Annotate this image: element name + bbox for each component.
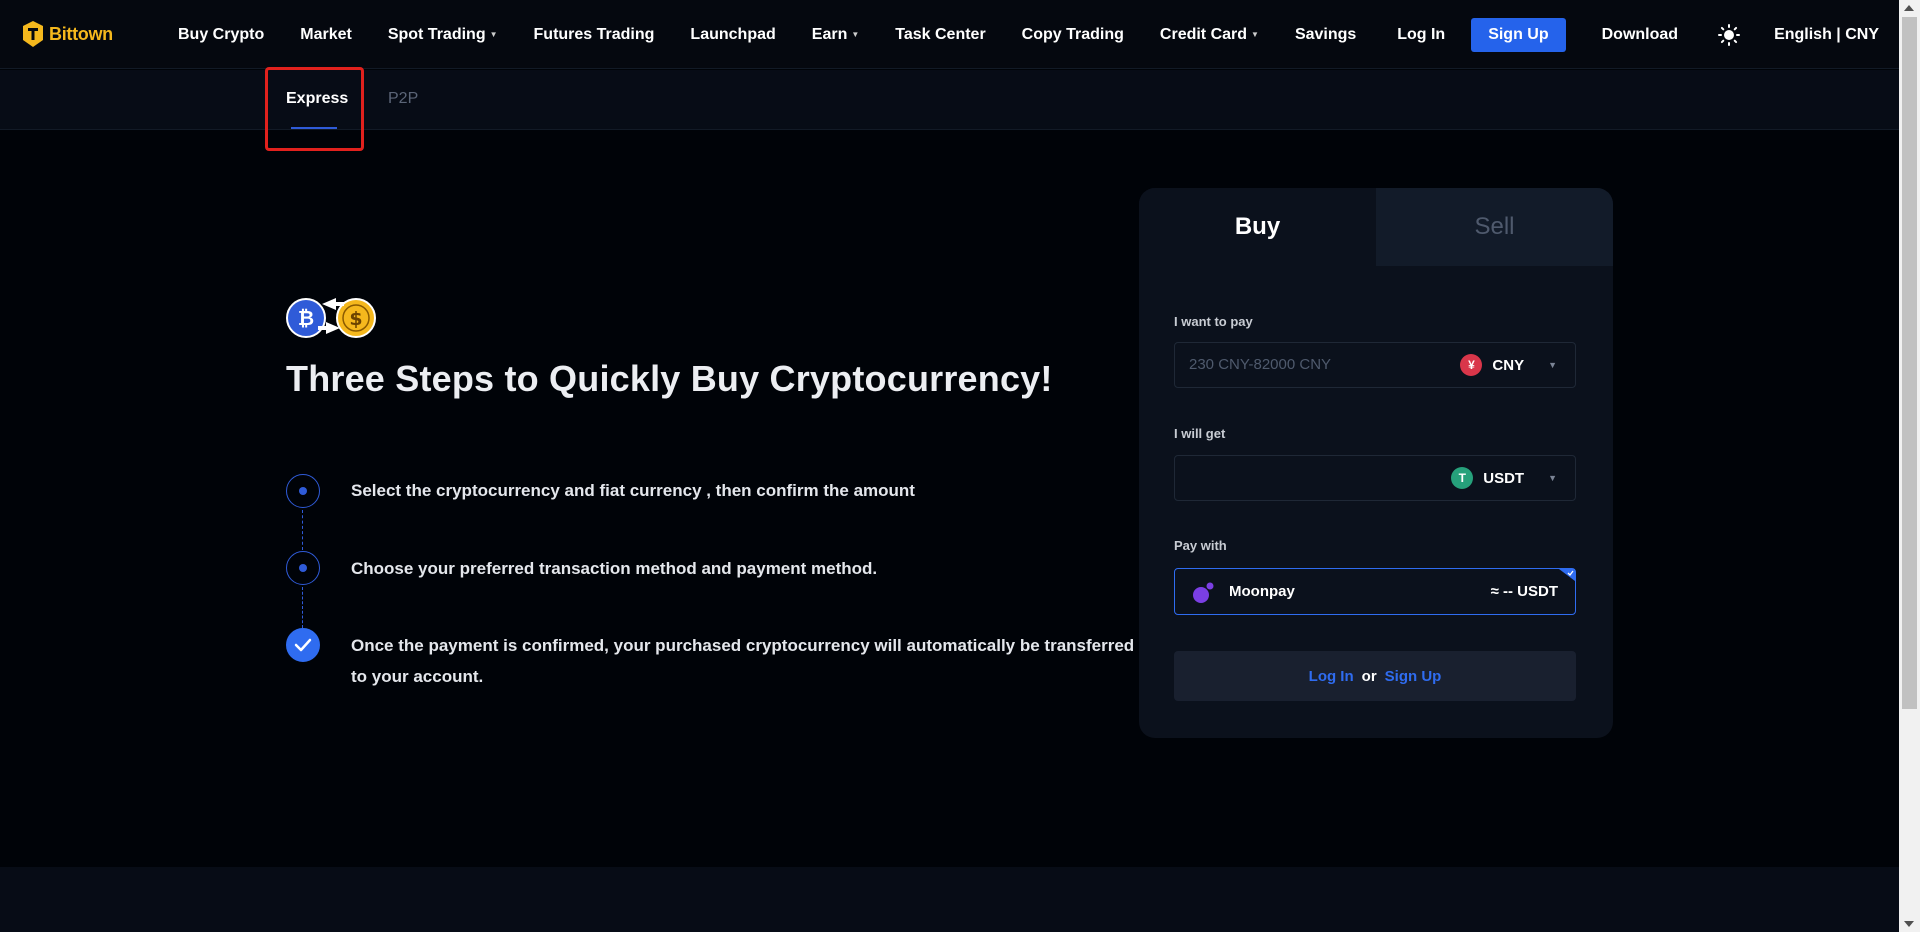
card-signup-link[interactable]: Sign Up <box>1385 668 1442 685</box>
step-connector <box>302 510 303 550</box>
fiat-currency-code: CNY <box>1492 356 1525 374</box>
signup-button[interactable]: Sign Up <box>1471 17 1566 52</box>
step-3-text-line-2: to your account. <box>351 667 484 686</box>
nav-label: Credit Card <box>1159 25 1248 43</box>
nav-launchpad[interactable]: Launchpad <box>690 26 775 44</box>
nav-label: Savings <box>1294 25 1357 43</box>
crypto-currency-select[interactable]: T USDT ▼ <box>1451 467 1557 489</box>
chevron-down-icon: ▼ <box>1548 473 1557 483</box>
pay-amount-input[interactable]: 230 CNY-82000 CNY <box>1189 356 1331 373</box>
chevron-down-icon: ▼ <box>1548 360 1557 370</box>
nav-savings[interactable]: Savings <box>1295 26 1356 44</box>
account-nav: Log In Sign Up Download English | CNY <box>1397 0 1879 69</box>
nav-label: Earn <box>811 25 848 43</box>
nav-futures-trading[interactable]: Futures Trading <box>534 26 655 44</box>
step-2-text: Choose your preferred transaction method… <box>351 559 878 578</box>
next-section-band <box>0 867 1899 932</box>
payment-provider-option[interactable]: Moonpay ≈ -- USDT <box>1174 568 1576 615</box>
moonpay-icon <box>1193 582 1214 603</box>
crypto-currency-code: USDT <box>1483 469 1525 487</box>
nav-label: Task Center <box>895 25 986 43</box>
highlight-annotation <box>265 67 364 151</box>
brand-name: Bittown <box>49 23 113 44</box>
card-login-link[interactable]: Log In <box>1309 668 1354 685</box>
vertical-scrollbar[interactable] <box>1899 0 1920 932</box>
tab-p2p[interactable]: P2P <box>388 90 418 108</box>
cny-icon: ¥ <box>1460 354 1483 376</box>
step-3-marker <box>286 628 320 662</box>
nav-buy-crypto[interactable]: Buy Crypto <box>178 26 264 44</box>
receive-amount-field[interactable]: T USDT ▼ <box>1174 455 1576 501</box>
brand-logo[interactable]: Bittown <box>21 20 113 48</box>
selected-check-icon <box>1559 569 1575 581</box>
bittown-logo-icon <box>23 21 43 47</box>
nav-label: Spot Trading <box>387 25 486 43</box>
tab-sell[interactable]: Sell <box>1376 188 1613 266</box>
nav-market[interactable]: Market <box>300 26 352 44</box>
check-icon <box>294 638 312 652</box>
payment-estimate: ≈ -- USDT <box>1490 583 1558 600</box>
svg-text:₿: ₿ <box>298 306 314 330</box>
receive-amount-label: I will get <box>1174 426 1226 441</box>
step-1-marker <box>286 474 320 508</box>
nav-label: Launchpad <box>690 25 776 43</box>
nav-earn[interactable]: Earn ▼ <box>812 26 860 44</box>
pay-with-label: Pay with <box>1174 538 1227 553</box>
nav-copy-trading[interactable]: Copy Trading <box>1022 26 1124 44</box>
tab-buy[interactable]: Buy <box>1139 188 1376 266</box>
fiat-currency-select[interactable]: ¥ CNY ▼ <box>1460 354 1557 376</box>
scroll-down-arrow-icon[interactable] <box>1904 921 1914 927</box>
auth-or-text: or <box>1361 667 1377 685</box>
chevron-down-icon: ▼ <box>1251 30 1259 39</box>
top-navbar: Bittown Buy Crypto Market Spot Trading ▼ … <box>0 0 1899 69</box>
step-2-marker <box>286 551 320 585</box>
login-link[interactable]: Log In <box>1397 26 1445 44</box>
nav-task-center[interactable]: Task Center <box>895 26 985 44</box>
language-currency-selector[interactable]: English | CNY <box>1774 26 1879 44</box>
step-connector <box>302 587 303 628</box>
payment-provider-name: Moonpay <box>1229 583 1295 600</box>
hero-title: Three Steps to Quickly Buy Cryptocurrenc… <box>286 358 1053 399</box>
nav-label: Buy Crypto <box>178 25 265 43</box>
nav-spot-trading[interactable]: Spot Trading ▼ <box>388 26 498 44</box>
step-1-text: Select the cryptocurrency and fiat curre… <box>351 481 915 500</box>
chevron-down-icon: ▼ <box>851 30 860 39</box>
express-trade-card: Buy Sell I want to pay 230 CNY-82000 CNY… <box>1139 188 1613 738</box>
auth-prompt: Log In or Sign Up <box>1174 651 1576 701</box>
sun-icon[interactable] <box>1718 23 1741 46</box>
step-dot <box>299 487 307 495</box>
crypto-exchange-icon: ₿ $ <box>286 298 376 338</box>
scroll-up-arrow-icon[interactable] <box>1904 5 1914 11</box>
nav-credit-card[interactable]: Credit Card ▼ <box>1160 26 1259 44</box>
step-dot <box>299 564 307 572</box>
pay-amount-field[interactable]: 230 CNY-82000 CNY ¥ CNY ▼ <box>1174 342 1576 388</box>
chevron-down-icon: ▼ <box>489 30 498 39</box>
pay-amount-label: I want to pay <box>1174 314 1253 329</box>
step-3-text-line-1: Once the payment is confirmed, your purc… <box>351 636 1135 655</box>
nav-label: Copy Trading <box>1021 25 1124 43</box>
buy-sell-tabs: Buy Sell <box>1139 188 1613 266</box>
nav-label: Futures Trading <box>533 25 655 43</box>
usdt-icon: T <box>1451 467 1474 489</box>
svg-text:$: $ <box>349 308 362 330</box>
scroll-thumb[interactable] <box>1902 17 1917 709</box>
download-link[interactable]: Download <box>1602 26 1678 44</box>
nav-label: Market <box>300 25 352 43</box>
main-nav: Buy Crypto Market Spot Trading ▼ Futures … <box>160 0 1374 69</box>
